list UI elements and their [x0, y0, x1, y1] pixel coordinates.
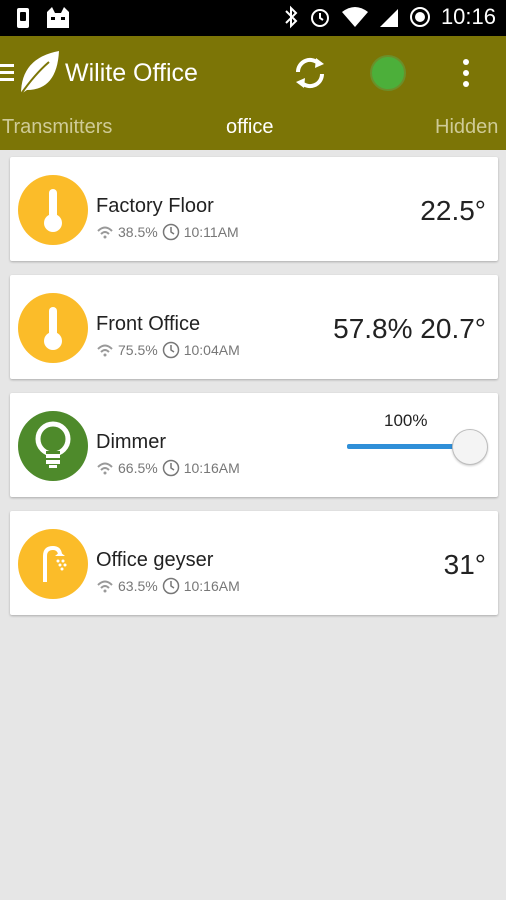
lightbulb-icon: [18, 411, 88, 481]
temperature-reading: 31°: [443, 549, 486, 580]
connection-status-indicator[interactable]: [370, 55, 406, 91]
signal-strength: 38.5%: [118, 224, 158, 240]
shower-icon: [18, 529, 88, 599]
device-card-factory-floor[interactable]: Factory Floor 38.5% 10:11AM 22.5°: [10, 157, 498, 261]
dimmer-slider-track[interactable]: [347, 444, 467, 449]
wifi-icon: [341, 7, 368, 27]
more-options-icon[interactable]: [461, 58, 471, 88]
temperature-reading: 22.5°: [420, 195, 486, 226]
signal-icon: [97, 462, 113, 475]
clock-time: 10:16: [440, 4, 496, 29]
signal-strength: 75.5%: [118, 342, 158, 358]
device-name: Dimmer: [96, 431, 166, 453]
device-meta: 63.5% 10:16AM: [96, 577, 240, 595]
device-meta: 38.5% 10:11AM: [96, 223, 239, 241]
clock-icon: [162, 341, 179, 359]
device-meta: 66.5% 10:16AM: [96, 459, 240, 477]
tab-transmitters[interactable]: Transmitters: [2, 116, 112, 139]
signal-strength: 63.5%: [118, 578, 158, 594]
thermometer-icon: [18, 175, 88, 245]
device-name: Factory Floor: [96, 195, 214, 217]
tab-hidden[interactable]: Hidden: [435, 116, 498, 139]
cat-notification-icon: [47, 7, 69, 28]
last-update-time: 10:16AM: [183, 460, 240, 476]
device-card-dimmer[interactable]: Dimmer 66.5% 10:16AM 100%: [10, 393, 498, 497]
device-card-front-office[interactable]: Front Office 75.5% 10:04AM 57.8% 20.7°: [10, 275, 498, 379]
humidity-temperature-reading: 57.8% 20.7°: [333, 313, 486, 344]
signal-icon: [97, 344, 113, 357]
device-name: Office geyser: [96, 549, 214, 571]
device-name: Front Office: [96, 313, 201, 335]
thermometer-icon: [18, 293, 88, 363]
clock-icon: [162, 459, 179, 477]
last-update-time: 10:11AM: [183, 224, 239, 240]
last-update-time: 10:04AM: [183, 342, 240, 358]
app-title: Wilite Office: [65, 59, 198, 87]
menu-icon[interactable]: [0, 62, 16, 82]
signal-icon: [97, 580, 113, 593]
dimmer-slider-handle[interactable]: [452, 429, 488, 465]
tab-office[interactable]: office: [226, 116, 273, 139]
tab-bar: Transmitters office Hidden: [0, 116, 506, 146]
device-card-office-geyser[interactable]: Office geyser 63.5% 10:16AM 31°: [10, 511, 498, 615]
alarm-icon: [310, 9, 329, 27]
leaf-logo-icon: [20, 51, 59, 95]
signal-strength: 66.5%: [118, 460, 158, 476]
device-meta: 75.5% 10:04AM: [96, 341, 240, 359]
last-update-time: 10:16AM: [183, 578, 240, 594]
sim-card-icon: [17, 8, 29, 28]
refresh-icon[interactable]: [292, 54, 328, 92]
dimmer-level-label: 100%: [384, 411, 428, 430]
clock-icon: [162, 223, 179, 241]
battery-icon: [409, 7, 430, 27]
signal-icon: [97, 226, 113, 239]
clock-icon: [162, 577, 179, 595]
bluetooth-icon: [285, 5, 298, 29]
status-bar: 10:16: [0, 0, 506, 36]
cell-signal-icon: [379, 9, 398, 27]
